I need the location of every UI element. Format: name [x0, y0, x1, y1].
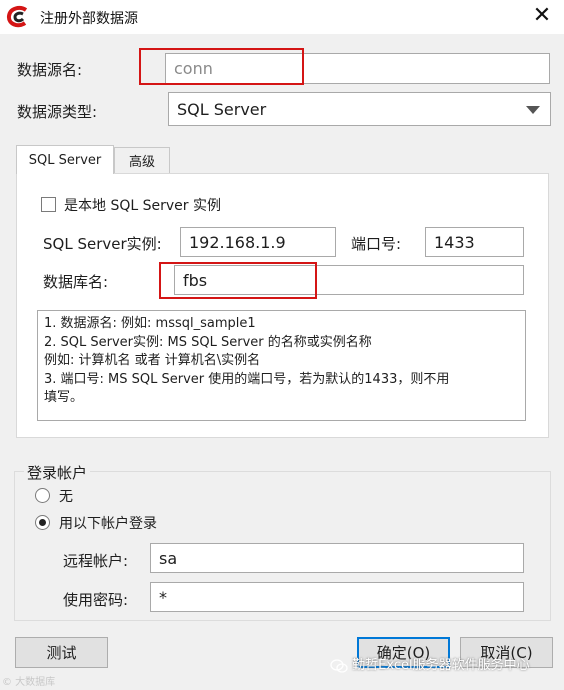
- remote-user-label: 远程帐户:: [63, 552, 129, 570]
- local-instance-checkbox[interactable]: [41, 197, 56, 212]
- help-text-box: 1. 数据源名: 例如: mssql_sample1 2. SQL Server…: [37, 310, 526, 421]
- name-label: 数据源名:: [17, 61, 83, 79]
- local-instance-label: 是本地 SQL Server 实例: [64, 198, 221, 214]
- close-button[interactable]: ✕: [528, 2, 556, 30]
- instance-label: SQL Server实例:: [43, 235, 162, 253]
- type-select-value: SQL Server: [177, 99, 267, 119]
- watermark-left: © 大数据库: [2, 677, 56, 688]
- help-line: 例如: 计算机名 或者 计算机名\实例名: [44, 353, 261, 368]
- radio-account-login[interactable]: [35, 515, 50, 530]
- login-group-title: 登录帐户: [24, 462, 91, 483]
- remote-user-input[interactable]: sa: [150, 543, 524, 573]
- help-line: 2. SQL Server实例: MS SQL Server 的名称或实例名称: [44, 334, 372, 350]
- chevron-down-icon: [526, 106, 540, 114]
- type-label: 数据源类型:: [17, 103, 98, 121]
- help-line: 3. 端口号: MS SQL Server 使用的端口号，若为默认的1433，则…: [44, 371, 450, 387]
- close-icon: ✕: [532, 3, 552, 28]
- wechat-icon: [330, 658, 348, 673]
- port-label: 端口号:: [351, 235, 402, 253]
- watermark-right: 勤哲Excel服务器软件服务中心: [330, 654, 530, 673]
- password-input[interactable]: *: [150, 582, 524, 612]
- type-select[interactable]: SQL Server: [168, 92, 551, 126]
- window-title: 注册外部数据源: [40, 11, 138, 27]
- database-label: 数据库名:: [43, 273, 109, 291]
- app-logo-icon: [6, 5, 32, 29]
- instance-input[interactable]: 192.168.1.9: [180, 227, 336, 257]
- radio-no-login[interactable]: [35, 488, 50, 503]
- database-input[interactable]: fbs: [174, 265, 524, 295]
- help-line: 1. 数据源名: 例如: mssql_sample1: [44, 316, 256, 331]
- radio-account-login-label: 用以下帐户登录: [59, 516, 157, 532]
- password-label: 使用密码:: [63, 591, 129, 609]
- title-bar: 注册外部数据源 ✕: [0, 0, 564, 34]
- tab-sqlserver[interactable]: SQL Server: [16, 145, 114, 174]
- tab-advanced[interactable]: 高级: [114, 147, 170, 173]
- name-input[interactable]: conn: [165, 53, 550, 84]
- help-line: 填写。: [44, 390, 84, 405]
- port-input[interactable]: 1433: [425, 227, 524, 257]
- watermark-right-text: 勤哲Excel服务器软件服务中心: [352, 658, 530, 673]
- radio-selected-dot: [39, 519, 46, 526]
- test-button[interactable]: 测试: [15, 637, 108, 668]
- radio-no-login-label: 无: [59, 489, 73, 505]
